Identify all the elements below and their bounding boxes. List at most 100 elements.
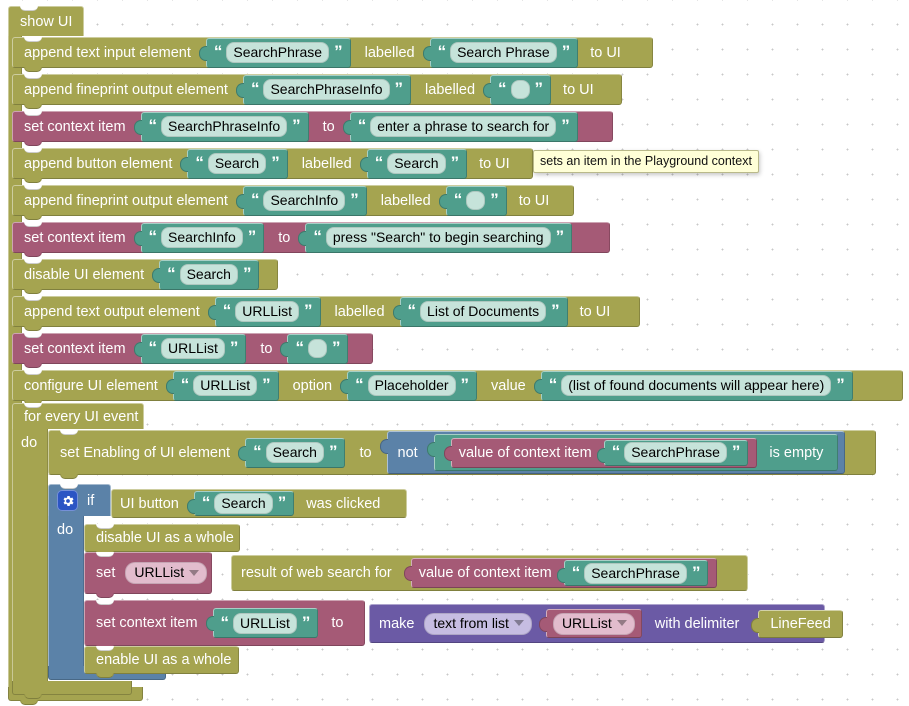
r10-value-value-block[interactable]: “ (list of found documents will appear h… <box>533 370 853 401</box>
r6-value-field[interactable]: press "Search" to begin searching <box>325 227 551 248</box>
r4-name-value-block[interactable]: “ Search ” <box>180 148 288 179</box>
append-text-input-element-block[interactable]: append text input element “ SearchPhrase… <box>12 37 653 72</box>
show-ui-block[interactable]: show UI <box>8 6 143 705</box>
r5-name-field[interactable]: SearchInfo <box>263 190 346 211</box>
r2-name-field[interactable]: SearchPhraseInfo <box>263 79 390 100</box>
set-context-item-block-3[interactable]: set context item “ URLList ” to “ ” <box>12 333 373 368</box>
set-context-item-urllist-block[interactable]: set context item “ URLList ” to <box>84 600 365 650</box>
append-button-element-block[interactable]: append button element “ Search ” labelle… <box>12 148 533 183</box>
disable-ui-element-block[interactable]: disable UI element “ Search ” <box>12 259 278 294</box>
set-var-name: URLList <box>134 564 185 580</box>
append-fineprint-output-element-block-2[interactable]: append fineprint output element “ Search… <box>12 185 574 220</box>
ui-button-name-field[interactable]: Search <box>214 493 273 514</box>
r8-kind-label: append text output element <box>24 303 200 320</box>
r6-item-value-block[interactable]: “ SearchInfo ” <box>133 222 265 253</box>
enable-ui-as-a-whole-block[interactable]: enable UI as a whole <box>84 646 239 678</box>
set-enabling-of-ui-element-block[interactable]: set Enabling of UI element “ Search ” to… <box>48 430 876 479</box>
r8-label-field[interactable]: List of Documents <box>420 301 547 322</box>
blockly-workspace[interactable]: show UI append text input element “ Sear… <box>0 0 909 706</box>
set-context-item-block[interactable]: set context item “ SearchPhraseInfo ” to… <box>12 111 613 146</box>
for-every-ui-event-block[interactable]: for every UI event do <box>12 403 144 699</box>
r5-label-value-block[interactable]: “ ” <box>438 185 507 216</box>
is-empty-block[interactable]: value of context item “ SearchPhrase ” i… <box>426 434 839 471</box>
disable-ui-as-a-whole-block[interactable]: disable UI as a whole <box>84 524 240 556</box>
r9-value-block[interactable]: “ ” <box>280 333 349 364</box>
set-var-to-label: to <box>215 565 228 581</box>
gear-icon[interactable] <box>57 490 78 511</box>
r10-option-field[interactable]: Placeholder <box>367 375 456 396</box>
set-var-dropdown[interactable]: URLList <box>125 562 208 584</box>
ctx-name-value-block[interactable]: “ SearchPhrase ” <box>596 439 749 466</box>
r3-value-field[interactable]: enter a phrase to search for <box>370 116 557 137</box>
r7-name-value-block[interactable]: “ Search ” <box>152 259 260 290</box>
append-text-output-element-block[interactable]: append text output element “ URLList ” l… <box>12 296 640 331</box>
r10-name-field[interactable]: URLList <box>193 375 258 396</box>
r8-name-value-block[interactable]: “ URLList ” <box>207 296 321 327</box>
r10-value-field[interactable]: (list of found documents will appear her… <box>561 375 832 396</box>
quote-close-icon: ” <box>334 42 342 61</box>
quote-close-icon: ” <box>242 264 251 283</box>
quote-open-icon: “ <box>453 190 462 209</box>
r6-item-field[interactable]: SearchInfo <box>161 227 243 248</box>
append-fineprint-output-element-block[interactable]: append fineprint output element “ Search… <box>12 74 622 109</box>
r10-option-value-block[interactable]: “ Placeholder ” <box>340 370 478 401</box>
result-of-web-search-block[interactable]: result of web search for value of contex… <box>231 555 748 591</box>
set-ctx-item-field[interactable]: URLList <box>233 612 297 634</box>
r9-item-field[interactable]: URLList <box>161 338 225 359</box>
ui-button-name-value-block[interactable]: “ Search ” <box>186 491 295 516</box>
if-spine <box>48 516 84 666</box>
if-block[interactable]: if do <box>48 484 166 680</box>
show-ui-header[interactable]: show UI <box>8 6 84 36</box>
r9-value-field[interactable] <box>307 339 327 358</box>
configure-ui-element-block[interactable]: configure UI element “ URLList ” option … <box>12 370 903 405</box>
list-variable-block[interactable]: URLList <box>538 609 642 638</box>
web-search-value-of-context-item-block[interactable]: value of context item “ SearchPhrase ” <box>403 558 718 588</box>
r2-label-value-block[interactable]: “ ” <box>483 74 552 105</box>
r9-item-value-block[interactable]: “ URLList ” <box>133 333 247 364</box>
r2-label-field[interactable] <box>510 80 530 99</box>
ui-button-was-clicked-block[interactable]: UI button “ Search ” was clicked <box>111 489 407 518</box>
quote-close-icon: ” <box>262 375 270 394</box>
if-header[interactable]: if <box>48 484 111 516</box>
value-of-context-item-block[interactable]: value of context item “ SearchPhrase ” <box>443 437 758 468</box>
r3-item-field[interactable]: SearchPhraseInfo <box>161 116 288 137</box>
list-variable-dropdown[interactable]: URLList <box>552 612 635 635</box>
ctx-name-field[interactable]: SearchPhrase <box>624 442 727 463</box>
set-ctx-item-value-block[interactable]: “ URLList ” <box>205 608 319 638</box>
r1-name-field[interactable]: SearchPhrase <box>226 42 330 63</box>
r1-label-field[interactable]: Search Phrase <box>450 42 557 63</box>
r4-label-value-block[interactable]: “ Search ” <box>359 148 468 179</box>
r4-label-field[interactable]: Search <box>387 153 446 174</box>
make-kind-dropdown[interactable]: text from list <box>424 612 532 635</box>
delimiter-block[interactable]: LineFeed <box>751 609 843 638</box>
r2-labelled-label: labelled <box>425 81 476 98</box>
web-search-ctx-field[interactable]: SearchPhrase <box>584 562 687 584</box>
quote-open-icon: “ <box>611 442 620 461</box>
web-search-ctx-value-block[interactable]: “ SearchPhrase ” <box>556 560 709 586</box>
r2-name-value-block[interactable]: “ SearchPhraseInfo ” <box>235 74 412 105</box>
r6-value-block[interactable]: “ press "Search" to begin searching ” <box>298 222 573 253</box>
is-empty-label: is empty <box>769 444 824 461</box>
r5-label-field[interactable] <box>466 191 486 210</box>
enable-all-label: enable UI as a whole <box>96 652 232 668</box>
r10-name-value-block[interactable]: “ URLList ” <box>165 370 279 401</box>
r1-label-value-block[interactable]: “ Search Phrase ” <box>422 37 579 68</box>
r7-name-field[interactable]: Search <box>179 264 238 285</box>
not-block[interactable]: not value of context item “ SearchPhrase… <box>379 431 846 474</box>
r4-name-field[interactable]: Search <box>207 153 267 174</box>
set-enabling-name-value-block[interactable]: “ Search ” <box>238 437 346 468</box>
quote-open-icon: “ <box>437 42 446 61</box>
r8-label-value-block[interactable]: “ List of Documents ” <box>392 296 568 327</box>
r1-name-value-block[interactable]: “ SearchPhrase ” <box>198 37 351 68</box>
loop-spine <box>12 429 48 681</box>
make-text-from-list-block[interactable]: make text from list URLList with delimit… <box>369 604 843 643</box>
set-variable-block[interactable]: set URLList to <box>84 552 227 598</box>
set-enabling-name-field[interactable]: Search <box>265 442 324 463</box>
r5-name-value-block[interactable]: “ SearchInfo ” <box>235 185 367 216</box>
loop-header[interactable]: for every UI event <box>12 403 144 429</box>
r3-value-block[interactable]: “ enter a phrase to search for ” <box>342 111 578 142</box>
r3-item-value-block[interactable]: “ SearchPhraseInfo ” <box>133 111 309 142</box>
set-context-item-block-2[interactable]: set context item “ SearchInfo ” to “ pre… <box>12 222 610 257</box>
quote-open-icon: “ <box>148 116 157 135</box>
r8-name-field[interactable]: URLList <box>235 301 300 322</box>
